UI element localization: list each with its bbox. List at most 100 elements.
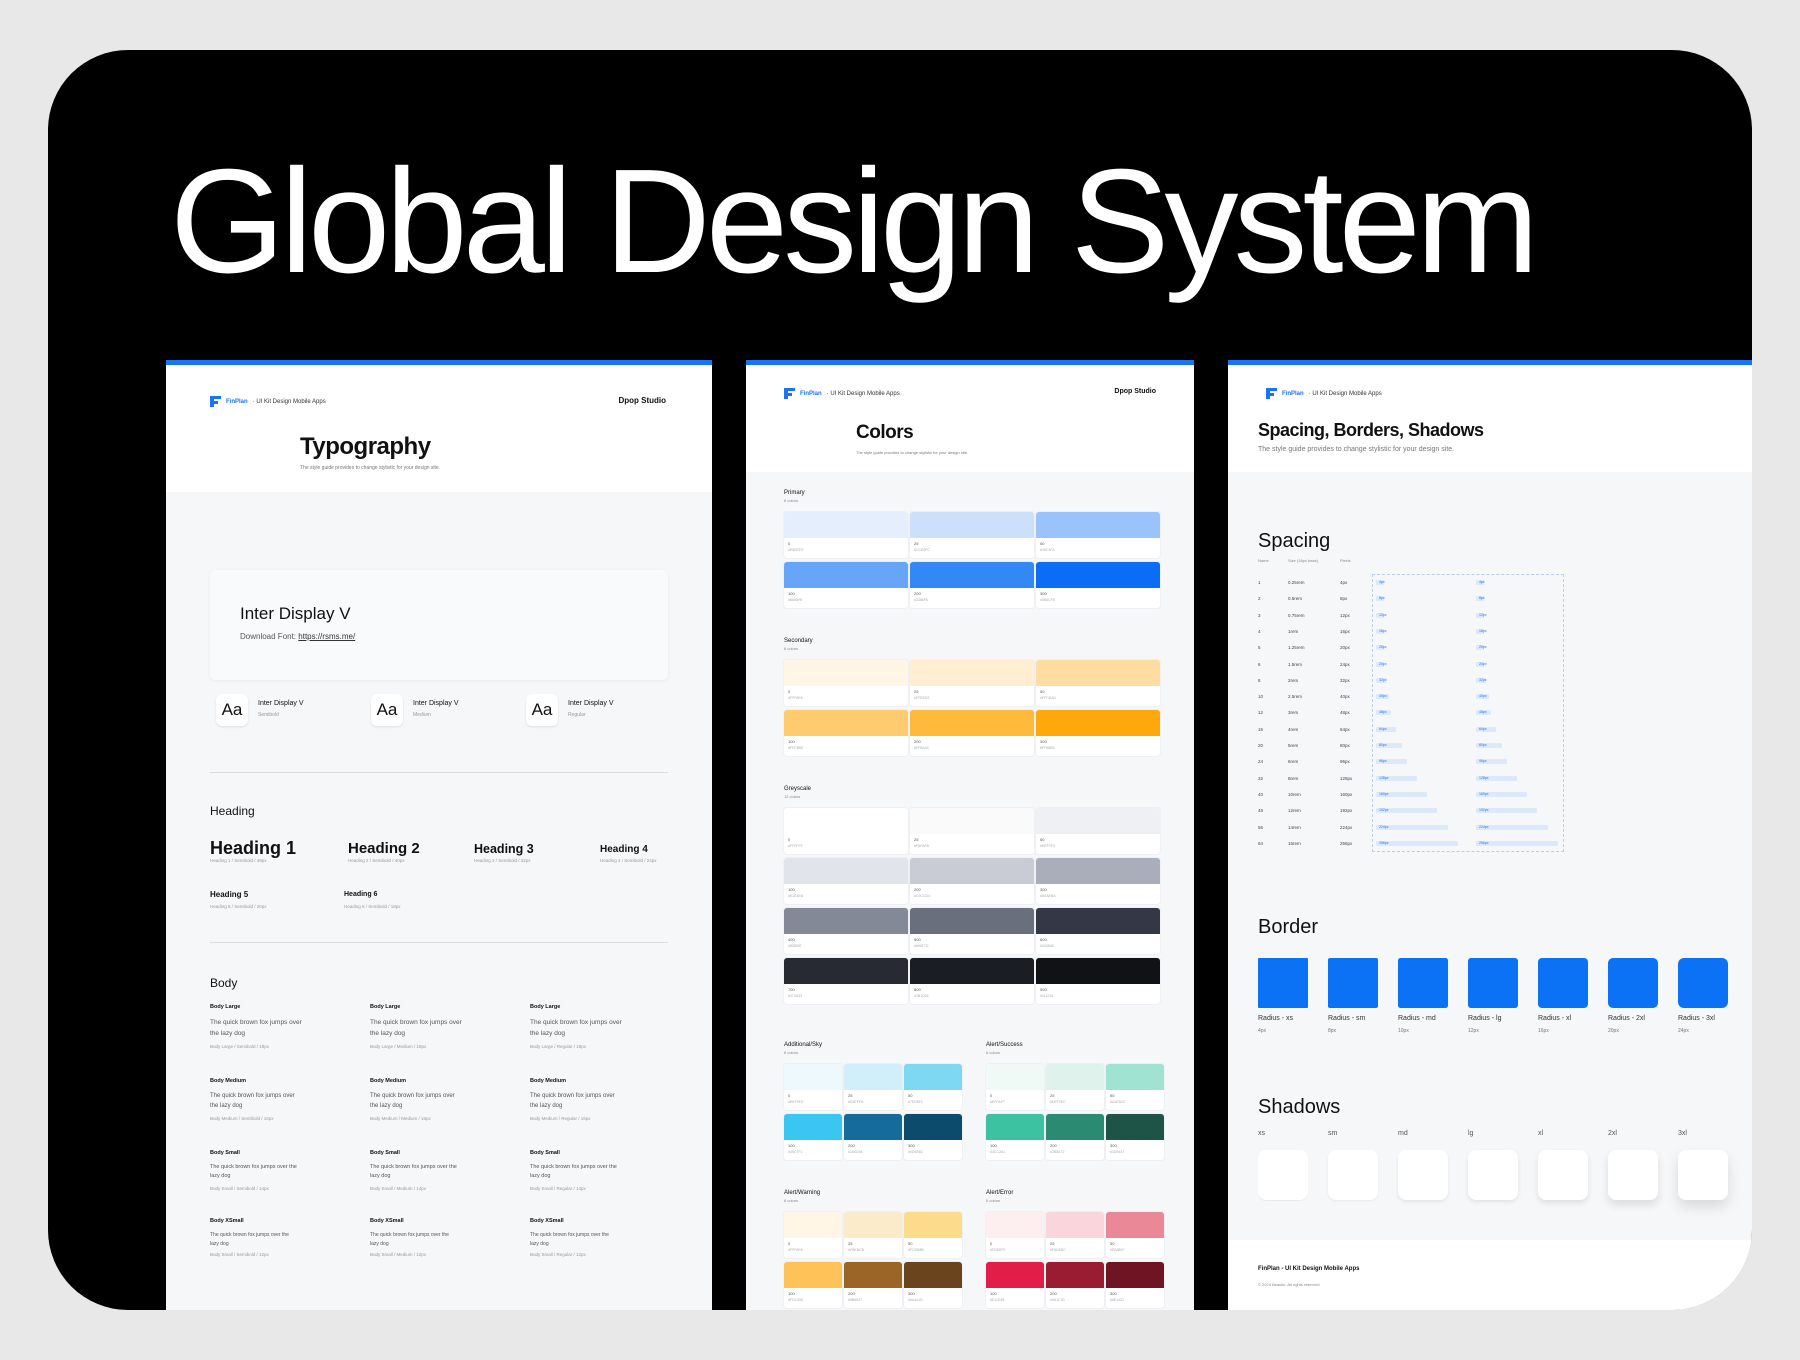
color-swatch-fill — [904, 1064, 962, 1090]
spacing-name: 24 — [1258, 759, 1264, 765]
body-spec: Body Small / Regular / 12px — [530, 1252, 586, 1257]
spacing-name: 12 — [1258, 710, 1264, 716]
typography-topbar: FinPlan · UI Kit Design Mobile Apps — [210, 396, 326, 407]
spacing-bar-label: 80px — [1479, 743, 1487, 747]
font-weight-glyph: Aa — [371, 694, 403, 726]
color-swatch: 0 #E5EEFD — [784, 512, 908, 558]
color-swatch: 50 #FCDB8B — [904, 1212, 962, 1258]
shadow-label: md — [1398, 1130, 1408, 1137]
hero-title: Global Design System — [170, 139, 1539, 304]
color-swatch-fill — [986, 1262, 1044, 1288]
spacing-bar: 24px — [1376, 661, 1387, 667]
page-title: Spacing, Borders, Shadows — [1258, 420, 1484, 440]
font-weight-label: Semibold — [258, 712, 279, 718]
shadow-swatch — [1468, 1150, 1518, 1200]
color-swatch-shade: 200 — [848, 1291, 855, 1296]
heading-sample: Heading 2 — [348, 840, 420, 857]
color-swatch-shade: 50 — [1040, 689, 1045, 694]
radius-label: Radius - sm — [1328, 1015, 1366, 1022]
color-swatch-fill — [784, 562, 908, 588]
color-swatch-hex: #FFF6E6 — [788, 696, 803, 700]
spacing-name: 40 — [1258, 791, 1264, 797]
spacing-name: 6 — [1258, 661, 1261, 667]
spacing-bar-label: 192px — [1379, 808, 1389, 813]
color-swatch-shade: 200 — [914, 591, 921, 596]
spacing-bar: 80px — [1476, 743, 1502, 748]
body-spec: Body Large / Regular / 18px — [530, 1044, 587, 1049]
radius-px: 10px — [1398, 1028, 1409, 1034]
brand-product: · UI Kit Design Mobile Apps — [826, 390, 900, 397]
spacing-bar: 48px — [1476, 710, 1492, 716]
heading-spec: Heading 2 / Semibold / 40px — [348, 858, 405, 863]
divider — [210, 942, 668, 943]
color-swatch-fill — [1036, 958, 1160, 984]
color-swatch: 200 #C9CCD4 — [910, 858, 1034, 904]
spacing-bar-label: 12px — [1479, 612, 1487, 617]
color-swatch: 300 #FFA80B — [1036, 710, 1160, 756]
color-swatch-shade: 25 — [914, 837, 919, 842]
radius-swatch — [1678, 958, 1728, 1008]
spacing-px: 224px — [1340, 824, 1353, 830]
spacing-name: 20 — [1258, 743, 1264, 748]
color-swatch: 25 #FBEBCB — [844, 1212, 902, 1258]
download-link[interactable]: https://rsms.me/ — [298, 632, 355, 641]
color-swatch-fill — [910, 908, 1034, 934]
color-swatch-shade: 200 — [1050, 1291, 1057, 1296]
body-section-title: Body — [210, 976, 238, 990]
color-swatch: 100 #FDC359 — [784, 1262, 842, 1308]
color-swatch-fill — [784, 808, 908, 834]
color-swatch-shade: 200 — [914, 887, 921, 892]
spacing-bar-label: 192px — [1479, 808, 1489, 813]
spacing-bar-label: 224px — [1379, 824, 1389, 829]
color-swatch-shade: 100 — [788, 591, 795, 596]
color-group-count: 6 colors — [986, 1050, 1001, 1055]
spacing-bar: 128px — [1476, 775, 1517, 781]
finplan-logo-icon — [210, 396, 221, 407]
color-swatch: 600 #343845 — [1036, 908, 1160, 954]
color-swatch-shade: 50 — [1040, 541, 1045, 546]
brand-product: · UI Kit Design Mobile Apps — [1308, 390, 1382, 397]
color-swatch-fill — [784, 858, 908, 884]
spacing-bar-label: 40px — [1379, 694, 1387, 699]
font-weight-glyph: Aa — [526, 694, 558, 726]
color-group-count: 6 colors — [784, 498, 799, 503]
heading-sample: Heading 5 — [210, 890, 249, 899]
color-swatch-hex: #1D5447 — [1110, 1150, 1125, 1154]
color-swatch-hex: #E1E4EA — [788, 894, 804, 898]
spacing-px: 80px — [1340, 743, 1350, 748]
spacing-rem: 10rem — [1288, 791, 1301, 797]
body-label: Body XSmall — [210, 1218, 244, 1224]
spacing-bar-label: 128px — [1479, 775, 1489, 780]
spacing-bar: 32px — [1476, 677, 1487, 683]
color-swatch: 400 #838997 — [784, 908, 908, 954]
color-group-title: Additional/Sky 6 colors — [784, 1042, 823, 1055]
body-spec: Body Small / Medium / 12px — [370, 1252, 427, 1257]
color-swatch-fill — [910, 660, 1034, 686]
radius-label: Radius - md — [1398, 1015, 1436, 1022]
color-swatch-fill — [986, 1114, 1044, 1140]
spacing-bar: 40px — [1376, 694, 1389, 700]
spacing-bar: 8px — [1376, 596, 1385, 602]
color-group-count: 6 colors — [784, 1198, 799, 1203]
color-swatch-hex: #CCE0FC — [914, 548, 930, 552]
color-swatch: 100 #39C7F1 — [784, 1114, 842, 1160]
color-swatch-fill — [1106, 1212, 1164, 1238]
spacing-rem: 14rem — [1288, 824, 1301, 830]
color-swatch: 800 #1B1D24 — [910, 958, 1034, 1004]
spacing-name: 1 — [1258, 580, 1261, 585]
color-swatch-shade: 300 — [1110, 1143, 1117, 1148]
color-swatch-fill — [1046, 1114, 1104, 1140]
heading-spec: Heading 5 / Semibold / 20px — [210, 904, 267, 909]
color-swatch-hex: #1B1D24 — [914, 994, 929, 998]
color-swatch: 300 #6E1422 — [1106, 1262, 1164, 1308]
color-swatch-shade: 50 — [908, 1093, 913, 1098]
color-swatch-hex: #C9CCD4 — [914, 894, 930, 898]
body-sample: The quick brown fox jumps over the lazy … — [370, 1093, 455, 1110]
body-label: Body XSmall — [530, 1218, 564, 1224]
color-swatch-shade: 800 — [914, 987, 921, 992]
color-swatch-fill — [910, 562, 1034, 588]
color-swatch-fill — [904, 1262, 962, 1288]
spacing-px: 16px — [1340, 628, 1350, 634]
brand-name: FinPlan — [800, 390, 822, 397]
color-swatch-fill — [986, 1212, 1044, 1238]
